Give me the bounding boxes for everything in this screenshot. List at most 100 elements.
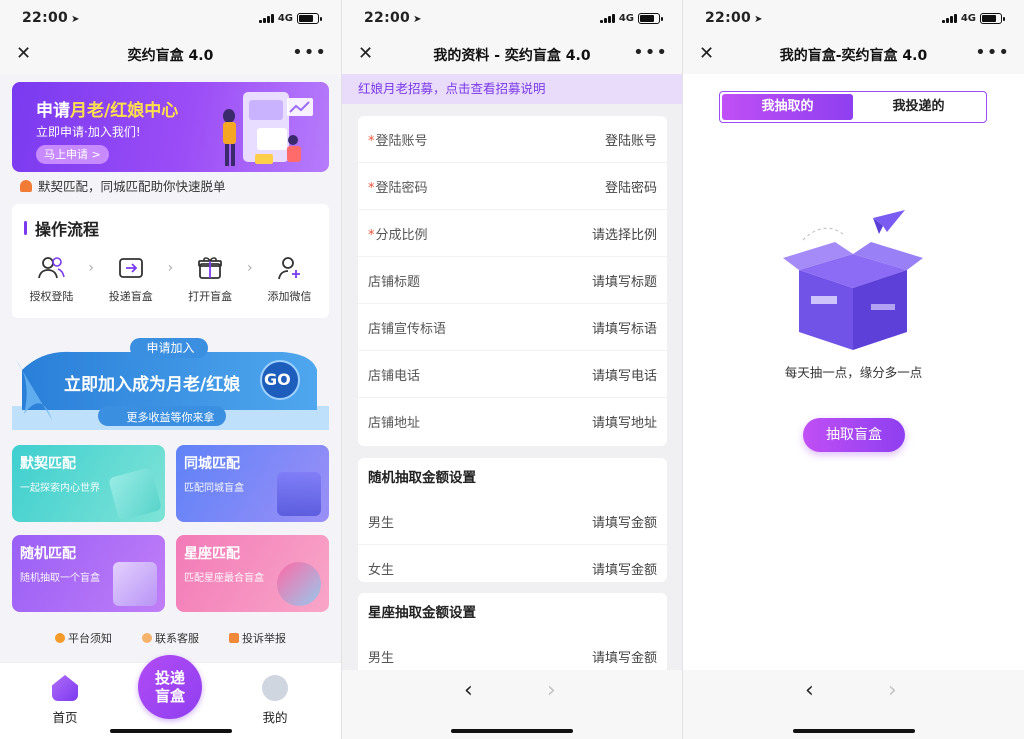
random-amount-panel: 随机抽取金额设置 男生 请填写金额 女生 请填写金额 (358, 458, 667, 582)
field-zodiac-male[interactable]: 男生 请填写金额 (358, 633, 667, 673)
zodiac-heart-icon (277, 562, 321, 606)
page-title: 奕约盲盒 4.0 (127, 48, 214, 64)
users-icon (21, 254, 81, 282)
back-arrow-icon[interactable]: ‹ (464, 678, 473, 703)
gift-icon (180, 254, 240, 282)
back-arrow-icon[interactable]: ‹ (805, 678, 814, 703)
tab-delivered[interactable]: 我投递的 (853, 94, 984, 120)
section-title: 星座抽取金额设置 (368, 605, 476, 621)
link-platform-notice[interactable]: 平台须知 (55, 630, 112, 646)
apply-banner[interactable]: 申请月老/红娘中心 立即申请·加入我们! 马上申请 > (12, 82, 329, 172)
zodiac-amount-panel: 星座抽取金额设置 男生 请填写金额 (358, 593, 667, 673)
field-shop-title[interactable]: 店铺标题 请填写标题 (358, 257, 667, 304)
empty-box-illustration (783, 210, 923, 350)
link-complaint[interactable]: 投诉举报 (229, 630, 286, 646)
nav-bar: ✕ 我的盲盒-奕约盲盒 4.0 ••• (683, 36, 1024, 74)
close-icon[interactable]: ✕ (358, 43, 373, 64)
card-city-match[interactable]: 同城匹配 匹配同城盲盒 (176, 445, 329, 522)
building-icon (277, 472, 321, 516)
process-card: 操作流程 授权登陆 › 投递盲盒 › 打开盲盒 › 添加微信 (12, 204, 329, 318)
card-random-match[interactable]: 随机匹配 随机抽取一个盲盒 (12, 535, 165, 612)
process-title: 操作流程 (35, 220, 100, 239)
link-customer-service[interactable]: 联系客服 (142, 630, 199, 646)
tab-label: 我的 (262, 710, 288, 725)
banner-illustration (223, 92, 313, 166)
screen-home: 22:00 ➤ 4G ✕ 奕约盲盒 4.0 ••• 申请月老/红娘中心 立即申请·… (0, 0, 341, 739)
apply-now-button[interactable]: 马上申请 > (36, 145, 109, 164)
forward-arrow-icon: › (888, 678, 897, 703)
battery-icon (980, 12, 1005, 24)
more-icon[interactable]: ••• (975, 42, 1010, 63)
signal-icon (258, 13, 274, 23)
deliver-icon (101, 254, 161, 282)
battery-icon (297, 12, 322, 24)
status-bar: 22:00 ➤ 4G (0, 0, 341, 36)
close-icon[interactable]: ✕ (16, 43, 31, 64)
tab-drawn[interactable]: 我抽取的 (722, 94, 853, 120)
empty-state-text: 每天抽一点，缘分多一点 (784, 365, 923, 380)
field-shop-address[interactable]: 店铺地址 请填写地址 (358, 398, 667, 445)
section-title: 随机抽取金额设置 (368, 470, 476, 486)
field-login-password[interactable]: *登陆密码 登陆密码 (358, 163, 667, 210)
join-banner-sub: 更多收益等你来拿 (126, 411, 215, 424)
step-label: 添加微信 (267, 290, 312, 303)
card-title: 同城匹配 (184, 456, 240, 472)
field-random-female[interactable]: 女生 请填写金额 (358, 545, 667, 592)
field-shop-slogan[interactable]: 店铺宣传标语 请填写标语 (358, 304, 667, 351)
tab-home[interactable]: 首页 (35, 675, 95, 726)
more-icon[interactable]: ••• (292, 42, 327, 63)
step-open[interactable]: 打开盲盒 (180, 254, 240, 304)
step-wechat[interactable]: 添加微信 (260, 254, 320, 304)
deliver-box-button[interactable]: 投递 盲盒 (138, 655, 202, 719)
tab-label: 首页 (52, 710, 78, 725)
more-icon[interactable]: ••• (633, 42, 668, 63)
step-authorize[interactable]: 授权登陆 (21, 254, 81, 304)
bell-icon (20, 179, 32, 192)
profile-icon (262, 675, 288, 701)
status-time: 22:00 (22, 10, 69, 26)
notice-text: 默契匹配，同城匹配助你快速脱单 (38, 179, 226, 194)
step-label: 授权登陆 (29, 290, 74, 303)
banner-prefix: 申请 (36, 101, 70, 121)
cube-icon (113, 562, 157, 606)
go-button[interactable]: GO (264, 370, 291, 389)
report-icon (229, 633, 239, 643)
step-deliver[interactable]: 投递盲盒 (101, 254, 161, 304)
notice-bar: 默契匹配，同城匹配助你快速脱单 (20, 176, 226, 195)
pen-icon (108, 467, 162, 521)
recruit-banner[interactable]: 红娘月老招募，点击查看招募说明 (342, 74, 682, 104)
profile-form: *登陆账号 登陆账号 *登陆密码 登陆密码 *分成比例 请选择比例 店铺标题 请填写标题… (358, 116, 667, 446)
network-label: 4G (277, 12, 293, 24)
network-label: 4G (960, 12, 976, 24)
field-login-account[interactable]: *登陆账号 登陆账号 (358, 116, 667, 163)
location-arrow-icon: ➤ (71, 14, 80, 25)
step-label: 投递盲盒 (108, 290, 153, 303)
segment-control: 我抽取的 我投递的 (719, 91, 987, 123)
location-arrow-icon: ➤ (754, 14, 763, 25)
field-commission-ratio[interactable]: *分成比例 请选择比例 (358, 210, 667, 257)
banner-highlight: 月老/红娘中心 (70, 101, 179, 121)
home-indicator (792, 729, 915, 733)
nav-bar: ✕ 我的资料 - 奕约盲盒 4.0 ••• (342, 36, 682, 74)
chevron-right-icon: › (167, 260, 174, 276)
screen-profile: 22:00 ➤ 4G ✕ 我的资料 - 奕约盲盒 4.0 ••• 红娘月老招募，点… (341, 0, 682, 739)
status-time: 22:00 (705, 10, 752, 26)
tab-mine[interactable]: 我的 (245, 675, 305, 726)
chevron-right-icon: › (247, 260, 253, 276)
field-random-male[interactable]: 男生 请填写金额 (358, 498, 667, 545)
draw-box-button[interactable]: 抽取盲盒 (803, 418, 905, 452)
status-bar: 22:00 ➤ 4G (342, 0, 682, 36)
network-label: 4G (618, 12, 634, 24)
signal-icon (599, 13, 615, 23)
info-icon (55, 633, 65, 643)
status-bar: 22:00 ➤ 4G (683, 0, 1024, 36)
chevron-right-icon: › (88, 260, 94, 276)
close-icon[interactable]: ✕ (699, 43, 714, 64)
status-time: 22:00 (364, 10, 411, 26)
card-zodiac-match[interactable]: 星座匹配 匹配星座最合盲盒 (176, 535, 329, 612)
page-title: 我的盲盒-奕约盲盒 4.0 (779, 48, 928, 64)
card-tacit-match[interactable]: 默契匹配 一起探索内心世界 (12, 445, 165, 522)
card-title: 随机匹配 (20, 546, 76, 562)
title-accent (24, 221, 27, 235)
field-shop-phone[interactable]: 店铺电话 请填写电话 (358, 351, 667, 398)
